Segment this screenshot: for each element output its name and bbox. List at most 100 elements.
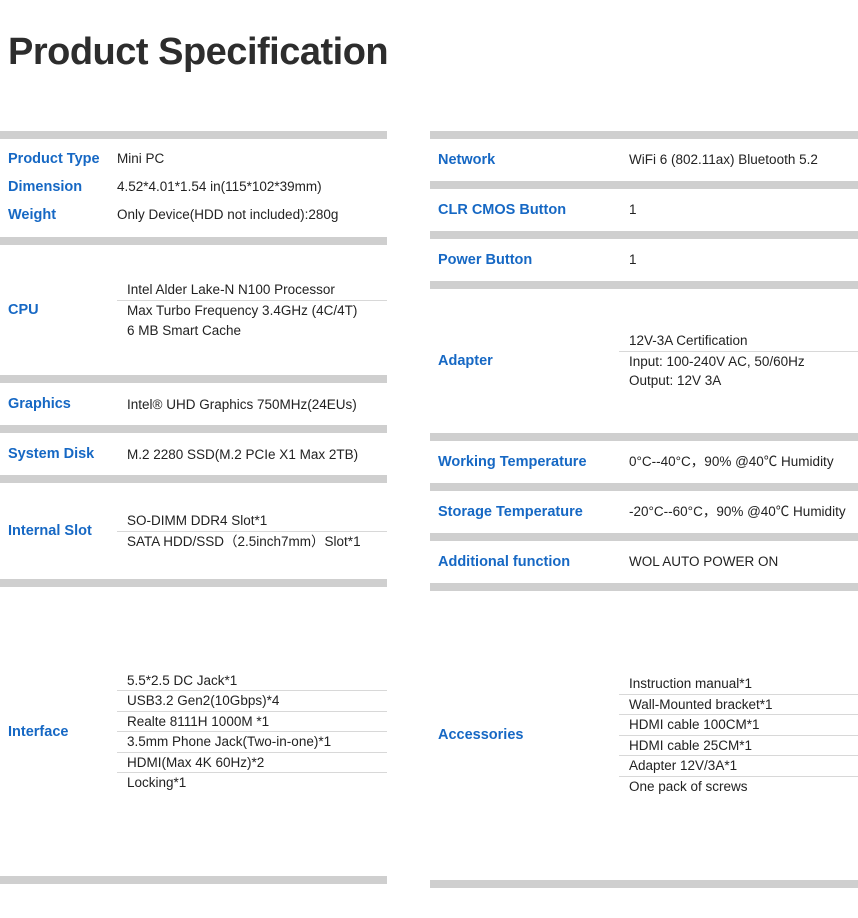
spec-values-adapter: 12V-3A Certification Input: 100-240V AC, … [619,331,858,391]
spec-values-power-button: 1 [619,250,858,270]
spec-label-power-button: Power Button [438,251,533,268]
spec-value-text: HDMI cable 100CM*1 [629,717,760,733]
spec-value-text: Max Turbo Frequency 3.4GHz (4C/4T) [127,303,358,318]
spec-group-storage-temperature: Storage Temperature -20°C--60°C，90% @40℃ … [430,482,858,533]
spec-value-row: HDMI cable 25CM*1 [619,734,858,756]
spec-value-text: One pack of screws [629,779,748,795]
spec-label-product-type: Product Type [8,150,100,167]
spec-value-text: 5.5*2.5 DC Jack*1 [127,672,238,688]
spec-value-text: Locking*1 [127,775,187,791]
product-specification-page: Product Specification Product Type Mini P… [0,25,858,888]
spec-value-text: 3.5mm Phone Jack(Two-in-one)*1 [127,734,332,750]
spec-value-text: 0°C--40°C，90% @40℃ Humidity [629,454,834,470]
spec-value-row: Instruction manual*1 [619,674,858,694]
spec-label-adapter: Adapter [438,352,493,369]
spec-value-row: Realte 8111H 1000M *1 [117,710,387,732]
spec-value-text: Intel Alder Lake-N N100 Processor [127,282,335,298]
spec-group-system-disk: System Disk M.2 2280 SSD(M.2 PCIe X1 Max … [0,425,387,475]
spec-group-accessories: Accessories Instruction manual*1 Wall-Moun… [430,582,858,888]
spec-value-text: WiFi 6 (802.11ax) Bluetooth 5.2 [629,152,818,168]
spec-value-product-type: Mini PC [117,150,165,166]
spec-value-text: Instruction manual*1 [629,676,753,692]
page-title: Product Specification [8,31,389,74]
spec-value-row: 3.5mm Phone Jack(Two-in-one)*1 [117,731,387,752]
spec-value-text: M.2 2280 SSD(M.2 PCIe X1 Max 2TB) [127,446,359,462]
spec-values-storage-temperature: -20°C--60°C，90% @40℃ Humidity [619,502,858,522]
spec-value-text: 1 [629,202,637,218]
spec-values-system-disk: M.2 2280 SSD(M.2 PCIe X1 Max 2TB) [117,445,387,465]
spec-values-network: WiFi 6 (802.11ax) Bluetooth 5.2 [619,150,858,170]
spec-values-graphics: Intel® UHD Graphics 750MHz(24EUs) [117,395,387,415]
spec-label-dimension: Dimension [8,179,83,196]
spec-label-cpu: CPU [8,302,39,319]
spec-group-additional-function: Additional function WOL AUTO POWER ON [430,532,858,583]
spec-label-system-disk: System Disk [8,446,95,463]
spec-value-row: One pack of screws [619,776,858,797]
spec-value-row: 12V-3A Certification [619,331,858,351]
spec-column-left: Product Type Mini PC Dimension 4.52*4.01*1.… [0,130,387,885]
spec-value-row: 0°C--40°C，90% @40℃ Humidity [619,452,858,472]
spec-value-text: -20°C--60°C，90% @40℃ Humidity [629,504,846,520]
spec-label-clr-cmos-button: CLR CMOS Button [438,201,567,218]
spec-value-text: Wall-Mounted bracket*1 [629,696,773,712]
spec-value-row: Intel® UHD Graphics 750MHz(24EUs) [117,395,387,415]
spec-values-accessories: Instruction manual*1 Wall-Mounted bracket… [619,674,858,796]
spec-value-text: Output: 12V 3A [629,373,722,389]
spec-value-row: SO-DIMM DDR4 Slot*1 [117,511,387,531]
spec-value-row: M.2 2280 SSD(M.2 PCIe X1 Max 2TB) [117,445,387,465]
spec-value-text: Adapter 12V/3A*1 [629,758,738,774]
spec-value-text: Input: 100-240V AC, 50/60Hz [629,353,805,369]
spec-value-row: SATA HDD/SSD（2.5inch7mm）Slot*1 [117,530,387,552]
spec-value-text: Intel® UHD Graphics 750MHz(24EUs) [127,396,357,412]
spec-group-network: Network WiFi 6 (802.11ax) Bluetooth 5.2 [430,130,858,181]
specification-table: Product Type Mini PC Dimension 4.52*4.01*1.… [0,107,858,888]
spec-group-power-button: Power Button 1 [430,230,858,281]
spec-label-interface: Interface [8,723,69,740]
spec-group-basic-info: Product Type Mini PC Dimension 4.52*4.01*1.… [0,130,387,237]
spec-value-row: 1 [619,250,858,270]
spec-group-cpu: CPU Intel Alder Lake-N N100 Processor Max … [0,237,387,375]
spec-value-weight: Only Device(HDD not included):280g [117,207,339,223]
spec-value-row: Wall-Mounted bracket*1 [619,693,858,715]
spec-value-row: Adapter 12V/3A*1 [619,755,858,776]
spec-value-row: Input: 100-240V AC, 50/60Hz Output: 12V 3… [619,350,858,391]
spec-value-dimension: 4.52*4.01*1.54 in(115*102*39mm) [117,179,322,195]
spec-value-text: HDMI cable 25CM*1 [629,737,753,753]
spec-columns: Product Type Mini PC Dimension 4.52*4.01*1.… [0,130,858,888]
spec-values-cpu: Intel Alder Lake-N N100 Processor Max Tur… [117,280,387,340]
spec-row-dimension: Dimension 4.52*4.01*1.54 in(115*102*39mm) [0,173,387,201]
spec-label-graphics: Graphics [8,396,71,413]
spec-value-row: HDMI cable 100CM*1 [619,714,858,735]
spec-values-additional-function: WOL AUTO POWER ON [619,552,858,572]
spec-value-text: 6 MB Smart Cache [127,322,242,338]
spec-label-storage-temperature: Storage Temperature [438,503,583,520]
spec-values-internal-slot: SO-DIMM DDR4 Slot*1 SATA HDD/SSD（2.5inch7… [117,511,387,551]
spec-value-row: Locking*1 [117,772,387,793]
spec-column-right: Network WiFi 6 (802.11ax) Bluetooth 5.2 CL… [430,130,858,888]
spec-value-text: HDMI(Max 4K 60Hz)*2 [127,754,265,770]
spec-row-product-type: Product Type Mini PC [0,145,387,173]
spec-value-row: WOL AUTO POWER ON [619,552,858,572]
spec-value-row: 5.5*2.5 DC Jack*1 [117,671,387,691]
spec-label-network: Network [438,151,496,168]
spec-value-text: USB3.2 Gen2(10Gbps)*4 [127,693,280,709]
spec-value-text: Realte 8111H 1000M *1 [127,713,270,729]
spec-label-working-temperature: Working Temperature [438,453,587,470]
spec-value-text: 1 [629,252,637,268]
spec-group-internal-slot: Internal Slot SO-DIMM DDR4 Slot*1 SATA HDD… [0,475,387,579]
spec-values-interface: 5.5*2.5 DC Jack*1 USB3.2 Gen2(10Gbps)*4 Re… [117,671,387,793]
spec-value-row: -20°C--60°C，90% @40℃ Humidity [619,502,858,522]
spec-group-working-temperature: Working Temperature 0°C--40°C，90% @40℃ Hu… [430,432,858,483]
spec-row-weight: Weight Only Device(HDD not included):280g [0,201,387,229]
spec-value-text: 12V-3A Certification [629,333,748,349]
spec-label-internal-slot: Internal Slot [8,523,92,540]
spec-value-row: WiFi 6 (802.11ax) Bluetooth 5.2 [619,150,858,170]
spec-value-text: SATA HDD/SSD（2.5inch7mm）Slot*1 [127,533,361,549]
spec-group-interface: Interface 5.5*2.5 DC Jack*1 USB3.2 Gen2(10… [0,579,387,885]
spec-group-graphics: Graphics Intel® UHD Graphics 750MHz(24EUs… [0,375,387,425]
spec-value-row: USB3.2 Gen2(10Gbps)*4 [117,690,387,711]
spec-values-clr-cmos-button: 1 [619,200,858,220]
spec-values-working-temperature: 0°C--40°C，90% @40℃ Humidity [619,452,858,472]
spec-group-clr-cmos-button: CLR CMOS Button 1 [430,180,858,231]
spec-value-text: WOL AUTO POWER ON [629,554,779,570]
